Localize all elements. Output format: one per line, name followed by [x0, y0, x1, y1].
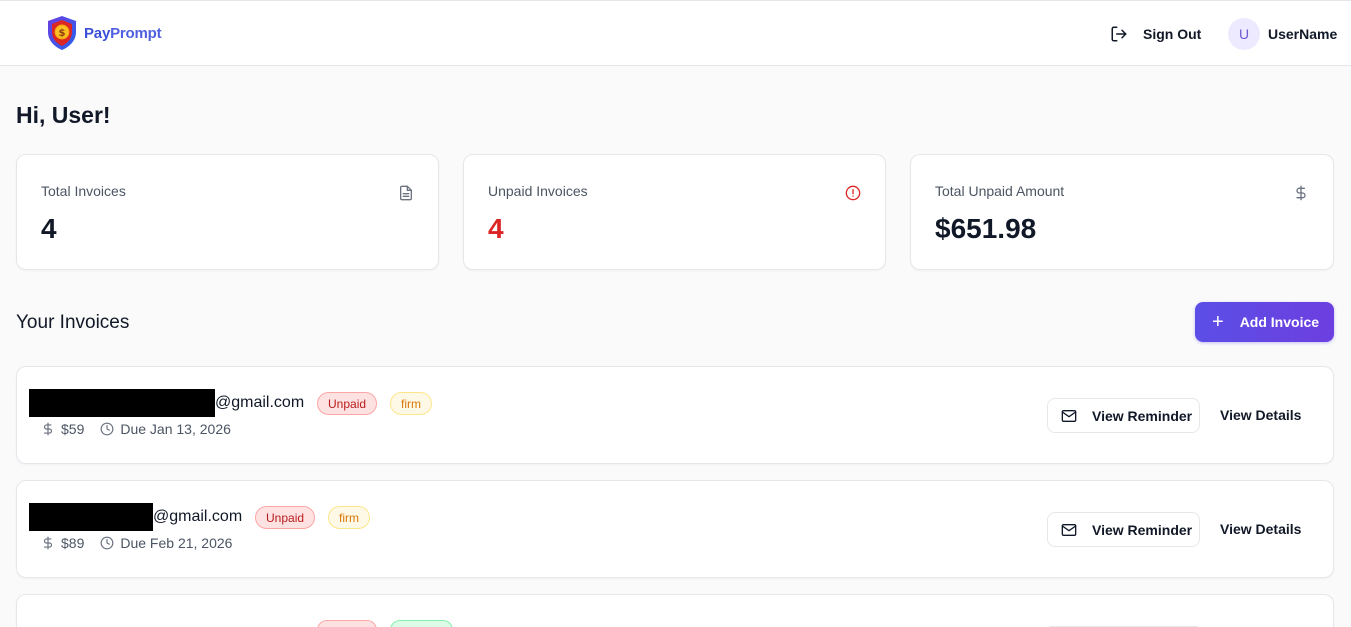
dollar-icon	[43, 422, 53, 436]
invoice-meta: $89 Due Feb 21, 2026	[41, 533, 232, 553]
stat-label: Total Unpaid Amount	[935, 183, 1065, 199]
invoice-amount: $59	[61, 421, 85, 437]
logo[interactable]: $ PayPrompt	[46, 15, 162, 51]
sign-out-button[interactable]: Sign Out	[1110, 23, 1201, 45]
sign-out-label: Sign Out	[1143, 26, 1202, 42]
view-reminder-label: View Reminder	[1092, 521, 1193, 538]
stat-label: Total Invoices	[41, 183, 126, 199]
mail-icon	[1061, 409, 1077, 422]
svg-text:$: $	[59, 28, 66, 39]
brand-part-1: Pay	[84, 24, 111, 42]
top-bar: $ PayPrompt Sign Out U UserName	[0, 0, 1351, 66]
tone-badge: firm	[328, 506, 370, 529]
stat-value: 4	[41, 213, 57, 244]
plus-icon: +	[1212, 311, 1224, 333]
invoice-card	[16, 594, 1334, 627]
avatar[interactable]: U	[1228, 18, 1260, 50]
view-reminder-button[interactable]: View Reminder	[1047, 398, 1200, 433]
tone-badge: firm	[390, 392, 432, 415]
status-badge: Unpaid	[317, 392, 378, 415]
shield-dollar-icon: $	[48, 16, 76, 50]
view-details-button[interactable]: View Details	[1220, 521, 1301, 537]
email-domain: @gmail.com	[215, 394, 305, 411]
redacted-email-user	[29, 389, 215, 417]
invoice-due-date: Due Jan 13, 2026	[120, 421, 231, 437]
tone-badge	[390, 620, 453, 627]
invoice-email: @gmail.com	[29, 503, 242, 531]
view-reminder-button[interactable]: View Reminder	[1047, 512, 1200, 547]
stat-card-total-invoices: Total Invoices 4	[16, 154, 439, 270]
section-title: Your Invoices	[16, 312, 130, 333]
stat-card-total-unpaid-amount: Total Unpaid Amount $651.98	[910, 154, 1334, 270]
invoice-card: @gmail.com Unpaid firm $89 Due Feb 21, 2…	[16, 480, 1334, 578]
mail-icon	[1061, 523, 1077, 536]
status-badge: Unpaid	[255, 506, 316, 529]
invoice-email: @gmail.com	[29, 389, 304, 417]
add-invoice-label: Add Invoice	[1239, 314, 1320, 330]
sign-out-icon	[1111, 26, 1127, 42]
dollar-icon	[43, 536, 53, 550]
invoice-amount: $89	[61, 535, 85, 551]
brand-part-2: Prompt	[110, 24, 162, 42]
invoice-card: @gmail.com Unpaid firm $59 Due Jan 13, 2…	[16, 366, 1334, 464]
view-details-button[interactable]: View Details	[1220, 407, 1301, 423]
document-icon	[400, 185, 412, 201]
stat-card-unpaid-invoices: Unpaid Invoices 4	[463, 154, 886, 270]
alert-circle-icon	[845, 185, 861, 201]
view-reminder-label: View Reminder	[1092, 407, 1193, 424]
page-greeting: Hi, User!	[16, 102, 111, 128]
username[interactable]: UserName	[1268, 26, 1337, 42]
brand-name: PayPrompt	[84, 24, 162, 42]
invoice-meta: $59 Due Jan 13, 2026	[41, 419, 231, 439]
add-invoice-button[interactable]: + Add Invoice	[1195, 302, 1334, 342]
stat-value: 4	[488, 213, 504, 244]
dollar-icon	[1296, 185, 1306, 201]
clock-icon	[100, 536, 114, 550]
redacted-email-user	[29, 503, 153, 531]
status-badge	[317, 620, 377, 627]
stat-label: Unpaid Invoices	[488, 183, 588, 199]
email-domain: @gmail.com	[153, 508, 243, 525]
stat-value: $651.98	[935, 213, 1037, 244]
invoice-due-date: Due Feb 21, 2026	[120, 535, 233, 551]
clock-icon	[100, 422, 114, 436]
